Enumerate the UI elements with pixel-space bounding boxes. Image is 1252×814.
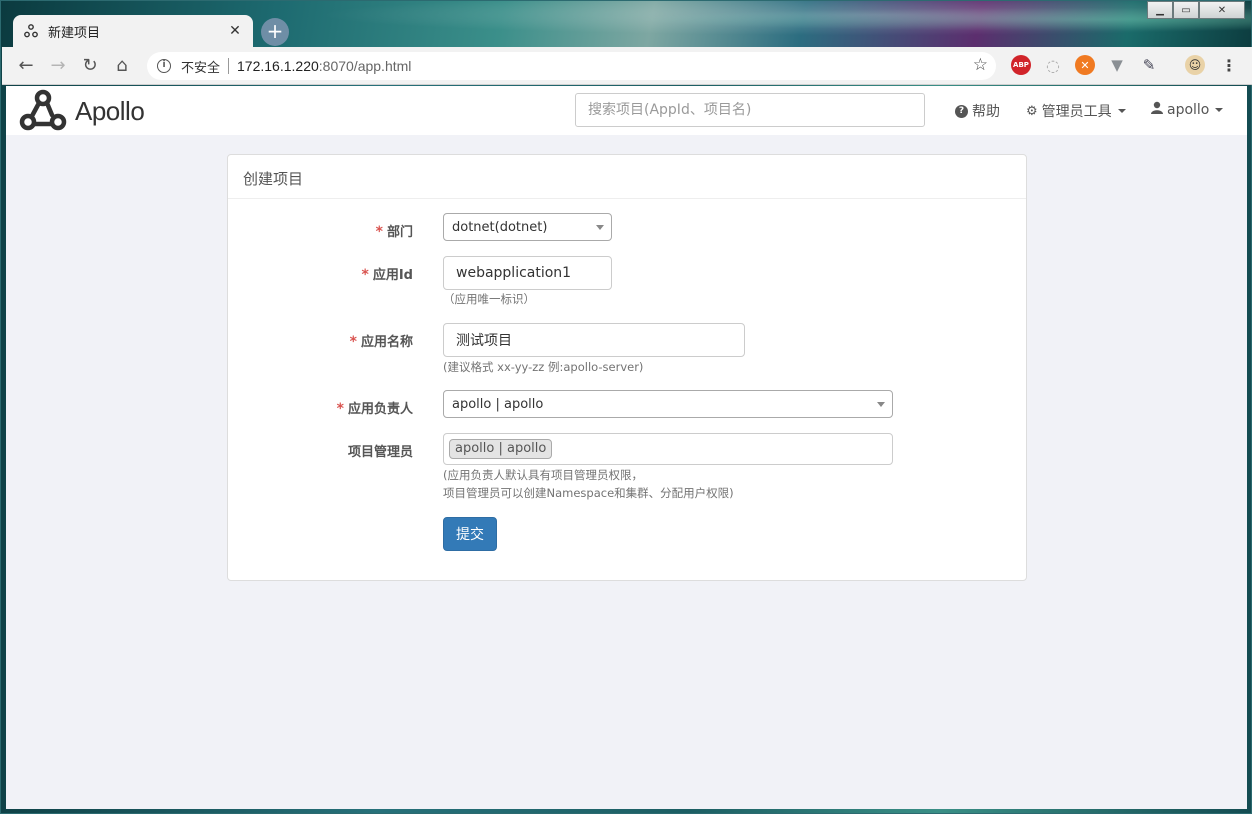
owner-label-text: 应用负责人 <box>347 402 413 417</box>
browser-window: ▁ ▭ ✕ 新建项目 ✕ + ← → ↻ ⌂ i 不安全 172.16.1.22… <box>0 0 1252 814</box>
reload-icon[interactable]: ↻ <box>74 50 106 82</box>
dropdown-arrow-icon <box>877 402 885 407</box>
orange-extension-icon[interactable]: ✕ <box>1075 55 1095 75</box>
admin-tools-label: 管理员工具 <box>1041 104 1112 120</box>
browser-tab[interactable]: 新建项目 ✕ <box>13 15 253 47</box>
address-separator <box>228 58 230 74</box>
department-value: dotnet(dotnet) <box>452 219 548 235</box>
browser-menu-icon[interactable]: ⋮ <box>1219 55 1239 75</box>
adblock-extension-icon[interactable]: ABP <box>1011 55 1031 75</box>
apollo-logo-icon <box>19 89 67 131</box>
help-label: 帮助 <box>972 104 1000 120</box>
window-controls: ▁ ▭ ✕ <box>1147 1 1245 19</box>
page-content: Apollo ? 帮助 ⚙ 管理员工具 apollo 创建项目 <box>6 86 1247 809</box>
app-id-input[interactable]: webapplication1 <box>443 256 612 290</box>
maximize-button[interactable]: ▭ <box>1173 1 1199 19</box>
department-label: * 部门 <box>238 221 413 240</box>
owner-label: * 应用负责人 <box>238 398 413 417</box>
app-name-label: * 应用名称 <box>238 331 413 350</box>
pen-extension-icon[interactable]: ✎ <box>1139 55 1159 75</box>
admins-multiselect[interactable]: apollo | apollo <box>443 433 893 465</box>
profile-avatar-icon[interactable]: ☺ <box>1185 55 1205 75</box>
user-label: apollo <box>1167 101 1210 118</box>
vue-extension-icon[interactable]: ▼ <box>1107 55 1127 75</box>
app-id-help: （应用唯一标识） <box>443 292 535 306</box>
question-circle-icon: ? <box>955 104 968 118</box>
user-icon <box>1151 101 1163 118</box>
owner-value: apollo | apollo <box>452 396 544 412</box>
dropdown-arrow-icon <box>596 225 604 230</box>
forward-arrow-icon[interactable]: → <box>42 50 74 82</box>
app-name-value: 测试项目 <box>456 333 512 349</box>
sync-extension-icon[interactable]: ◌ <box>1043 55 1063 75</box>
bookmark-star-icon[interactable]: ☆ <box>973 55 988 75</box>
insecure-label: 不安全 <box>181 60 221 76</box>
department-label-text: 部门 <box>386 225 413 240</box>
create-project-panel: 创建项目 * 部门 dotnet(dotnet) * 应用Id webapplica… <box>227 154 1027 581</box>
app-id-value: webapplication1 <box>456 265 572 281</box>
url-text: 172.16.1.220:8070/app.html <box>237 58 411 74</box>
admins-help: (应用负责人默认具有项目管理员权限， 项目管理员可以创建Namespace和集群… <box>443 466 734 502</box>
info-icon[interactable]: i <box>157 59 171 73</box>
browser-toolbar: ← → ↻ ⌂ i 不安全 172.16.1.220:8070/app.html… <box>2 47 1252 85</box>
app-id-label-text: 应用Id <box>372 268 413 283</box>
admin-tag[interactable]: apollo | apollo <box>449 439 553 459</box>
owner-select[interactable]: apollo | apollo <box>443 390 893 418</box>
required-mark: * <box>336 401 344 417</box>
submit-button[interactable]: 提交 <box>443 517 497 551</box>
admins-label: 项目管理员 <box>347 445 413 460</box>
home-icon[interactable]: ⌂ <box>106 50 138 82</box>
tab-title: 新建项目 <box>48 25 101 41</box>
app-id-label: * 应用Id <box>238 264 413 283</box>
address-bar[interactable]: i 不安全 172.16.1.220:8070/app.html ☆ <box>147 52 996 80</box>
department-select[interactable]: dotnet(dotnet) <box>443 213 612 241</box>
chevron-down-icon <box>1117 109 1126 113</box>
minimize-button[interactable]: ▁ <box>1147 1 1173 19</box>
required-mark: * <box>361 267 369 283</box>
admins-help-line1: (应用负责人默认具有项目管理员权限， <box>443 468 643 482</box>
user-dropdown[interactable]: apollo <box>1151 101 1224 118</box>
panel-title: 创建项目 <box>228 155 1026 199</box>
chevron-down-icon <box>1215 107 1224 112</box>
required-mark: * <box>375 224 383 240</box>
help-link[interactable]: ? 帮助 <box>955 101 1000 121</box>
app-name-help: (建议格式 xx-yy-zz 例:apollo-server) <box>443 360 644 374</box>
tab-close-icon[interactable]: ✕ <box>227 23 243 39</box>
top-navbar: Apollo ? 帮助 ⚙ 管理员工具 apollo <box>6 86 1247 135</box>
admin-tools-dropdown[interactable]: ⚙ 管理员工具 <box>1026 101 1126 121</box>
url-host: 172.16.1.220 <box>237 58 319 74</box>
close-window-button[interactable]: ✕ <box>1199 1 1245 19</box>
new-tab-button[interactable]: + <box>261 18 289 46</box>
apollo-logo[interactable]: Apollo <box>19 88 145 134</box>
required-mark: * <box>349 334 357 350</box>
back-arrow-icon[interactable]: ← <box>10 50 42 82</box>
url-path: :8070/app.html <box>318 58 412 74</box>
app-name-label-text: 应用名称 <box>360 335 413 350</box>
app-name-input[interactable]: 测试项目 <box>443 323 745 357</box>
logo-text: Apollo <box>75 95 145 126</box>
apollo-favicon-icon <box>23 23 39 39</box>
admins-help-line2: 项目管理员可以创建Namespace和集群、分配用户权限) <box>443 486 734 500</box>
gear-icon: ⚙ <box>1026 103 1038 119</box>
search-input[interactable] <box>575 93 925 127</box>
